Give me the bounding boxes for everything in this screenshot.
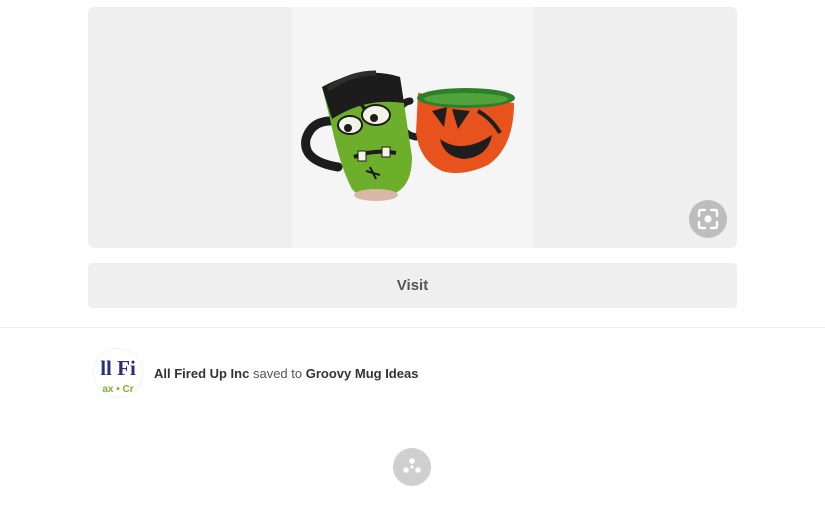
attribution-text: All Fired Up Inc saved to Groovy Mug Ide… [154,366,418,381]
avatar-logo: ll Fi ax • Cr [94,349,142,397]
visit-button[interactable]: Visit [88,263,737,308]
saved-to-text: saved to [252,365,303,381]
svg-text:ax • Cr: ax • Cr [102,384,133,395]
user-avatar[interactable]: ll Fi ax • Cr [94,349,142,397]
share-icon [403,458,421,473]
pin-image-panel[interactable] [88,7,737,248]
visual-search-icon [697,208,719,230]
board-name-link[interactable]: Groovy Mug Ideas [306,366,419,381]
visit-button-label: Visit [396,277,429,294]
frankenstein-mug [301,70,412,201]
user-name-link[interactable]: All Fired Up Inc [154,366,249,381]
pumpkin-mug [396,88,515,173]
visual-search-button[interactable] [689,200,727,238]
pin-attribution: ll Fi ax • Cr All Fired Up Inc saved to … [94,349,418,397]
share-button[interactable] [393,448,431,486]
pin-image[interactable] [292,7,533,248]
svg-text:ll Fi: ll Fi [100,356,136,380]
pin-closeup-page: Visit ll Fi ax • Cr All Fired Up Inc sav… [0,0,825,510]
section-divider [0,327,825,328]
mugs-illustration [301,70,515,201]
